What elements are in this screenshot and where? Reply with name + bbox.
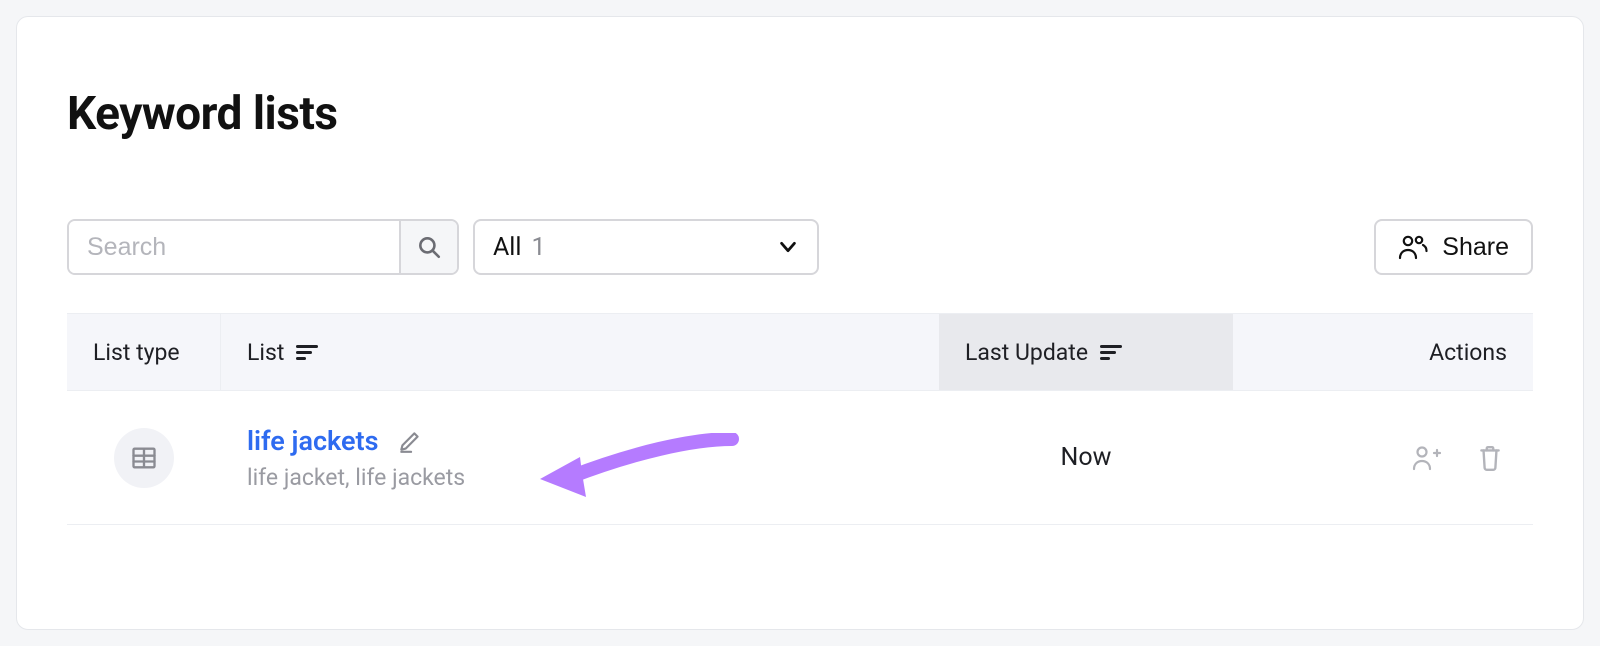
cell-list-type [67, 428, 221, 488]
th-last-update-label: Last Update [965, 339, 1088, 366]
search-button[interactable] [399, 221, 457, 273]
people-icon [1398, 234, 1428, 260]
controls-bar: All 1 Share [67, 219, 1533, 275]
list-subtitle: life jacket, life jackets [247, 464, 465, 491]
delete-button[interactable] [1473, 440, 1507, 476]
pencil-icon [397, 428, 423, 454]
last-update-value: Now [1061, 443, 1112, 472]
cell-last-update: Now [939, 443, 1233, 472]
table-header: List type List Last Update Actions [67, 313, 1533, 391]
filter-dropdown[interactable]: All 1 [473, 219, 819, 275]
filter-count: 1 [531, 233, 545, 262]
table-row: life jackets life jacket, life jackets N… [67, 391, 1533, 525]
list-title-wrap: life jackets [247, 424, 427, 458]
share-button[interactable]: Share [1374, 219, 1533, 275]
keyword-table: List type List Last Update Actions [67, 313, 1533, 525]
table-icon [130, 444, 158, 472]
sort-icon [1100, 345, 1122, 360]
th-actions-label: Actions [1429, 339, 1507, 366]
list-type-badge [114, 428, 174, 488]
trash-icon [1477, 444, 1503, 472]
user-plus-icon [1411, 444, 1441, 472]
filter-label: All [493, 233, 521, 262]
search-input[interactable] [69, 221, 399, 273]
th-list-type[interactable]: List type [67, 314, 221, 390]
cell-list: life jackets life jacket, life jackets [221, 424, 939, 491]
page-title: Keyword lists [67, 87, 1533, 141]
search-icon [416, 234, 442, 260]
add-user-button[interactable] [1407, 440, 1445, 476]
chevron-down-icon [777, 236, 799, 258]
search-wrap [67, 219, 459, 275]
list-title-link[interactable]: life jackets [247, 425, 379, 457]
th-list[interactable]: List [221, 314, 939, 390]
share-label: Share [1442, 233, 1509, 262]
th-list-type-label: List type [93, 339, 180, 366]
cell-actions [1233, 440, 1533, 476]
th-list-label: List [247, 339, 284, 366]
sort-icon [296, 345, 318, 360]
edit-button[interactable] [393, 424, 427, 458]
th-last-update[interactable]: Last Update [939, 314, 1233, 390]
filter-label-wrap: All 1 [493, 233, 546, 262]
main-card: Keyword lists All 1 [16, 16, 1584, 630]
th-actions: Actions [1233, 314, 1533, 390]
